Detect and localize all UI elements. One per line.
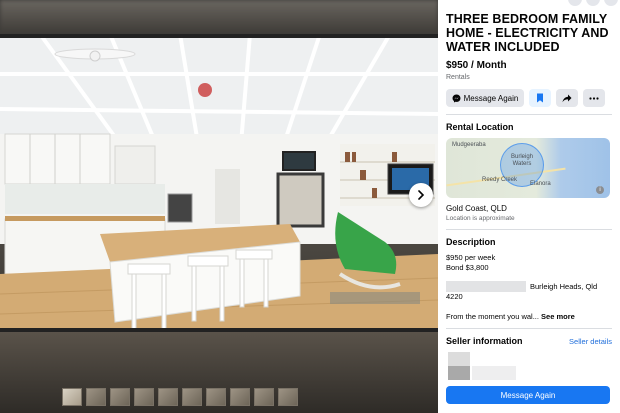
message-again-label: Message Again [463,93,519,103]
listing-category: Rentals [446,74,470,81]
thumbnail[interactable] [62,388,82,406]
location-heading: Rental Location [446,122,514,132]
map-label: Elanora [530,181,551,187]
listing-title: THREE BEDROOM FAMILY HOME - ELECTRICITY … [446,12,609,54]
next-photo-button[interactable] [409,183,433,207]
thumbnail[interactable] [230,388,250,406]
divider [446,114,612,115]
seller-heading: Seller information [446,336,523,346]
message-again-primary-button[interactable]: Message Again [446,386,610,404]
seller-details-link[interactable]: Seller details [569,337,612,346]
top-controls [568,0,618,6]
address-row: Burleigh Heads, Qld [446,281,612,292]
seller-name-redacted [472,366,516,380]
location-note: Location is approximate [446,215,515,222]
chevron-right-icon [418,190,425,200]
share-button[interactable] [556,89,578,107]
control-circle[interactable] [586,0,600,6]
description-preview-text: From the moment you wal... [446,312,539,321]
location-map[interactable]: Mudgeeraba Burleigh Waters Reedy Creek E… [446,138,610,198]
description-preview: From the moment you wal... See more [446,312,612,321]
more-button[interactable] [583,89,605,107]
thumbnail[interactable] [206,388,226,406]
thumbnail[interactable] [134,388,154,406]
seller-header: Seller information Seller details [446,336,612,346]
thumbnail[interactable] [182,388,202,406]
divider [446,328,612,329]
see-more-link[interactable]: See more [541,312,575,321]
description-line: $950 per week [446,253,496,262]
messenger-icon [452,94,461,102]
divider [446,229,612,230]
avatar[interactable] [448,352,470,366]
seller-block [446,352,612,382]
redacted-text [446,281,526,292]
more-icon [589,96,599,100]
map-label: Mudgeeraba [452,142,486,148]
avatar-redacted [448,366,470,380]
location-place: Gold Coast, QLD [446,204,507,213]
message-again-button[interactable]: Message Again [446,89,524,107]
thumbnail[interactable] [86,388,106,406]
control-circle[interactable] [568,0,582,6]
thumbnail[interactable] [278,388,298,406]
control-circle[interactable] [604,0,618,6]
listing-price: $950 / Month [446,60,507,71]
photo-blur-top [0,0,438,34]
map-label: Reedy Creek [482,177,518,183]
bookmark-icon [537,93,543,103]
thumbnail[interactable] [110,388,130,406]
share-icon [562,94,572,102]
photo-viewer [0,0,438,413]
listing-photo [0,34,438,332]
thumbnail[interactable] [254,388,274,406]
listing-details-panel: THREE BEDROOM FAMILY HOME - ELECTRICITY … [438,0,620,413]
description-line: Bond $3,800 [446,263,489,272]
map-info-icon[interactable]: i [596,186,604,194]
address-suffix: Burleigh Heads, Qld [530,282,598,291]
description-heading: Description [446,237,496,247]
address-postcode: 4220 [446,292,463,301]
map-label: Burleigh Waters [510,154,533,167]
thumbnail[interactable] [158,388,178,406]
save-button[interactable] [529,89,551,107]
action-bar: Message Again [446,89,612,107]
thumbnail-strip [62,388,298,406]
